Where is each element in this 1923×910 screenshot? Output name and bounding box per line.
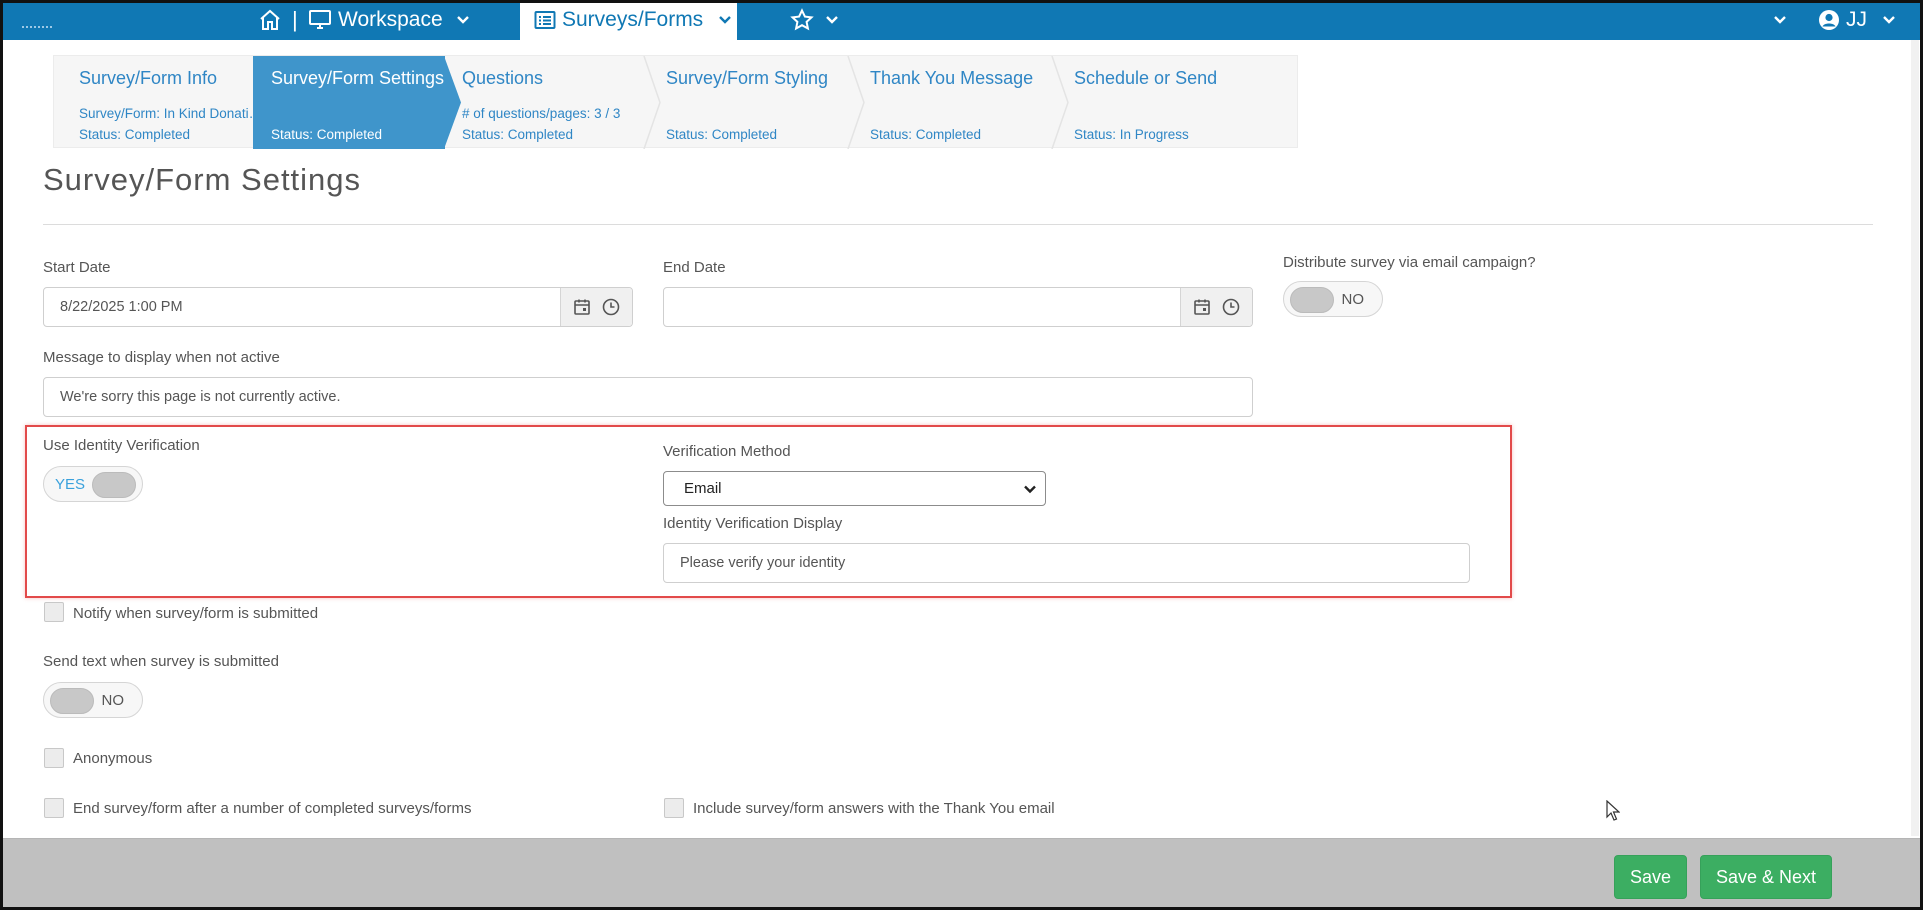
step-status: Status: Completed — [79, 127, 191, 142]
send-text-label: Send text when survey is submitted — [43, 653, 279, 670]
step-title: Questions — [462, 68, 544, 88]
identity-verification-label: Use Identity Verification — [43, 437, 200, 454]
anonymous-checkbox[interactable] — [44, 748, 64, 768]
start-date-label: Start Date — [43, 259, 111, 276]
chevron-down-icon — [1774, 16, 1786, 24]
identity-display-label: Identity Verification Display — [663, 515, 843, 532]
title-divider — [43, 224, 1873, 225]
step-survey-form-styling[interactable]: Survey/Form Styling Status: Completed — [654, 56, 854, 149]
start-date-field[interactable]: 8/22/2025 1:00 PM — [43, 287, 633, 327]
step-questions[interactable]: Questions # of questions/pages: 3 / 3 St… — [450, 56, 650, 149]
end-after-label: End survey/form after a number of comple… — [73, 800, 472, 817]
page-scrollbar[interactable] — [1911, 40, 1919, 836]
verification-method-label: Verification Method — [663, 443, 791, 460]
toggle-text: NO — [1341, 291, 1365, 308]
step-status: Status: Completed — [462, 127, 574, 142]
distribute-toggle[interactable]: NO — [1283, 281, 1383, 317]
inactive-message-value: We're sorry this page is not currently a… — [60, 389, 341, 405]
clock-icon[interactable] — [1221, 297, 1241, 317]
user-initials: JJ — [1846, 8, 1867, 31]
nav-separator: | — [292, 7, 298, 32]
mouse-cursor-icon — [1606, 800, 1620, 821]
step-survey-form-settings[interactable]: Survey/Form Settings Status: Completed — [259, 56, 445, 149]
include-answers-label: Include survey/form answers with the Tha… — [693, 800, 1055, 817]
step-status: Status: In Progress — [1074, 127, 1189, 142]
top-navbar: | Workspace Surveys/Forms JJ — [0, 0, 1923, 40]
brand-mark — [22, 26, 52, 28]
include-answers-checkbox[interactable] — [664, 798, 684, 818]
step-title: Survey/Form Info — [79, 68, 218, 88]
toggle-text: YES — [55, 476, 86, 493]
chevron-down-icon — [1024, 485, 1036, 494]
save-and-next-button[interactable]: Save & Next — [1700, 855, 1832, 899]
surveys-forms-label: Surveys/Forms — [562, 8, 704, 31]
user-circle-icon — [1819, 10, 1839, 30]
end-date-label: End Date — [663, 259, 726, 276]
end-after-checkbox[interactable] — [44, 798, 64, 818]
chevron-down-icon — [719, 16, 732, 24]
inactive-message-field[interactable]: We're sorry this page is not currently a… — [43, 377, 1253, 417]
end-date-field[interactable] — [663, 287, 1253, 327]
verification-method-select[interactable]: Email — [663, 471, 1046, 506]
step-status: Status: Completed — [870, 127, 982, 142]
identity-display-value: Please verify your identity — [680, 555, 846, 571]
toggle-knob — [50, 688, 94, 714]
workspace-label: Workspace — [338, 8, 443, 31]
identity-verification-toggle[interactable]: YES — [43, 466, 143, 502]
start-date-value: 8/22/2025 1:00 PM — [60, 299, 183, 315]
anonymous-label: Anonymous — [73, 750, 153, 767]
surveys-forms-menu[interactable]: Surveys/Forms — [520, 0, 737, 40]
favorites-menu[interactable] — [790, 0, 840, 40]
step-subtitle: # of questions/pages: 3 / 3 — [462, 106, 621, 121]
home-button[interactable] — [258, 0, 282, 40]
step-schedule-or-send[interactable]: Schedule or Send Status: In Progress — [1062, 56, 1292, 149]
star-icon — [790, 8, 814, 31]
start-date-addon — [560, 288, 632, 326]
step-title: Survey/Form Settings — [271, 68, 445, 88]
send-text-toggle[interactable]: NO — [43, 682, 143, 718]
inactive-message-label: Message to display when not active — [43, 349, 280, 366]
step-status: Status: Completed — [666, 127, 778, 142]
toggle-knob — [1290, 287, 1334, 313]
step-status: Status: Completed — [271, 127, 383, 142]
save-button[interactable]: Save — [1614, 855, 1687, 899]
identity-display-field[interactable]: Please verify your identity — [663, 543, 1470, 583]
step-title: Thank You Message — [870, 68, 1034, 88]
step-title: Survey/Form Styling — [666, 68, 829, 88]
page-title: Survey/Form Settings — [43, 162, 362, 197]
verification-method-value: Email — [684, 480, 722, 497]
calendar-icon[interactable] — [572, 297, 592, 317]
step-thank-you-message[interactable]: Thank You Message Status: Completed — [858, 56, 1058, 149]
toggle-knob — [92, 472, 136, 498]
chevron-down-icon — [1883, 16, 1895, 24]
step-subtitle: Survey/Form: In Kind Donati… — [79, 106, 263, 121]
list-icon — [534, 11, 556, 29]
toggle-text: NO — [101, 692, 125, 709]
step-title: Schedule or Send — [1074, 68, 1218, 88]
notify-checkbox[interactable] — [44, 602, 64, 622]
home-icon — [260, 9, 280, 30]
step-survey-form-info[interactable]: Survey/Form Info Survey/Form: In Kind Do… — [54, 56, 262, 149]
clock-icon[interactable] — [601, 297, 621, 317]
chevron-down-icon — [456, 16, 469, 24]
distribute-label: Distribute survey via email campaign? — [1283, 254, 1536, 271]
wizard-steps: Survey/Form Info Survey/Form: In Kind Do… — [53, 55, 1298, 149]
notify-label: Notify when survey/form is submitted — [73, 605, 319, 622]
calendar-icon[interactable] — [1192, 297, 1212, 317]
chevron-down-icon — [826, 16, 838, 24]
user-menu[interactable]: JJ — [1818, 0, 1897, 40]
monitor-icon — [309, 10, 331, 29]
workspace-menu[interactable]: Workspace — [308, 0, 471, 40]
notifications-menu[interactable] — [1772, 0, 1788, 40]
end-date-addon — [1180, 288, 1252, 326]
